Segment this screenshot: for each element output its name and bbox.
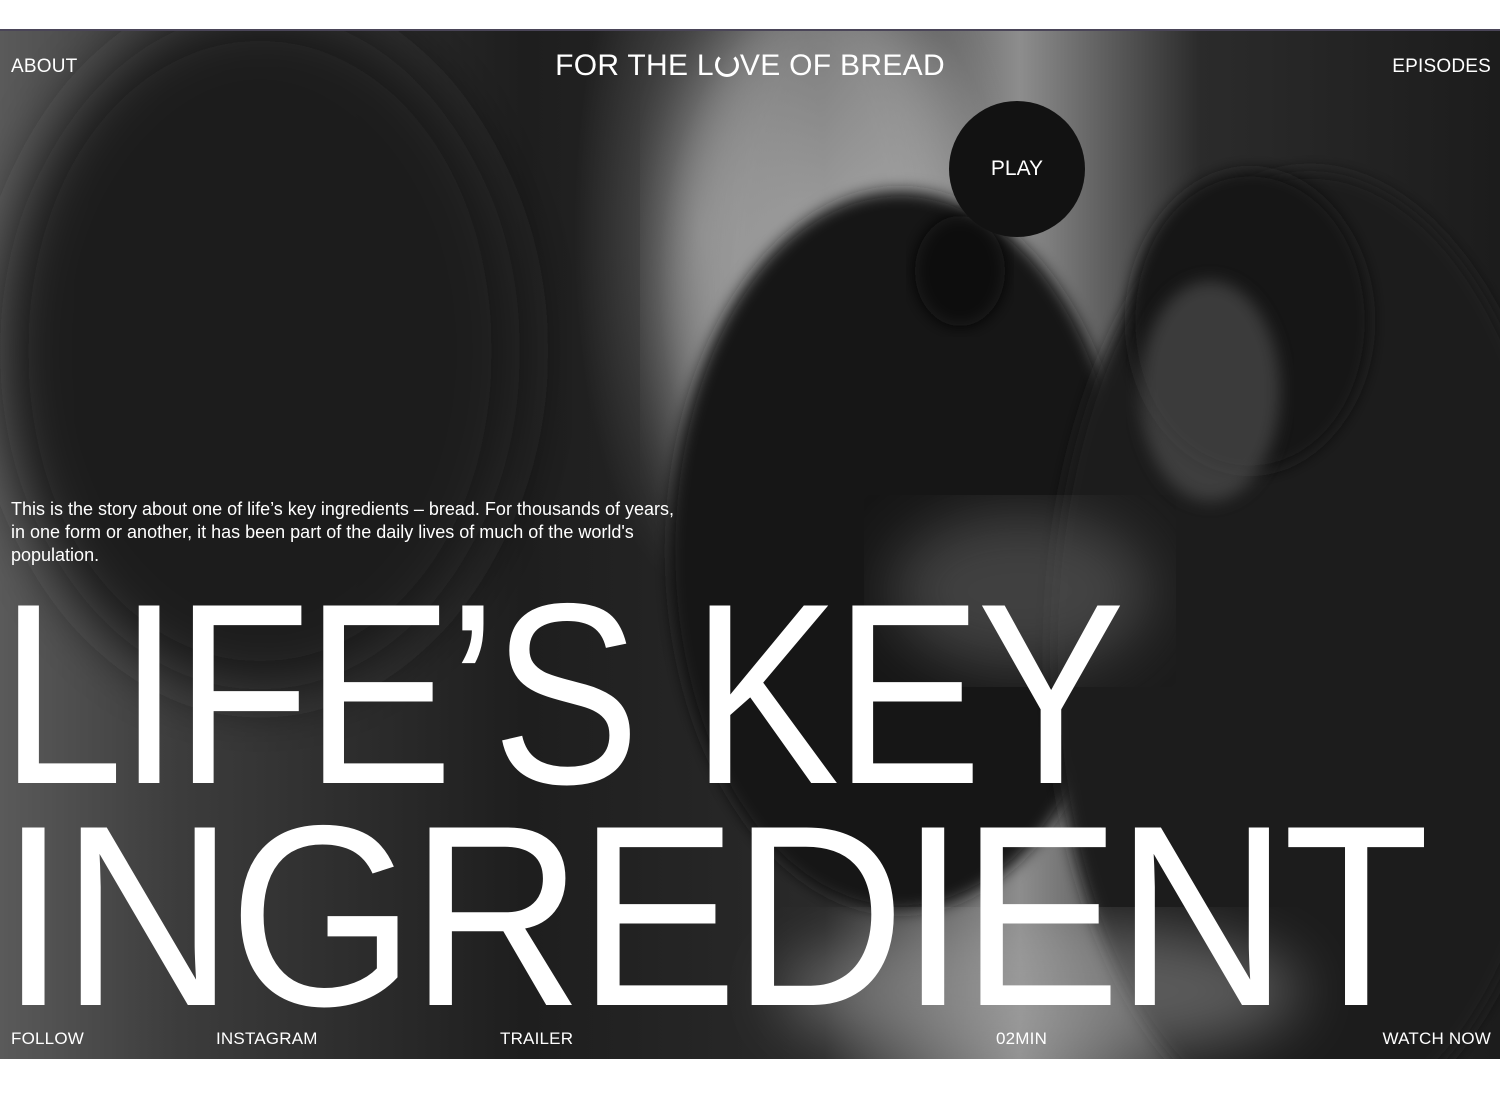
brand-text-end: VE OF BREAD	[739, 49, 945, 82]
heart-open-circle-icon	[714, 53, 739, 77]
play-button-label: PLAY	[990, 157, 1044, 180]
brand-text-start: FOR THE L	[555, 49, 714, 82]
brand-logo[interactable]: FOR THE L VE OF BREAD	[0, 49, 1500, 83]
hero-section: ABOUT FOR THE L VE OF BREAD EPISODES PLAY…	[0, 29, 1500, 1059]
page-frame: ABOUT FOR THE L VE OF BREAD EPISODES PLAY…	[0, 0, 1500, 1100]
play-button[interactable]: PLAY	[949, 101, 1085, 237]
headline-line-2: INGREDIENT	[0, 771, 1429, 1059]
nav-episodes-link[interactable]: EPISODES	[1392, 56, 1491, 78]
man-face-highlight	[1140, 281, 1280, 501]
follow-label: FOLLOW	[11, 1029, 84, 1048]
woman-hair-bun	[915, 216, 1005, 326]
instagram-link[interactable]: INSTAGRAM	[216, 1029, 318, 1049]
trailer-label: TRAILER	[500, 1029, 574, 1048]
trailer-duration: 02MIN	[996, 1029, 1048, 1048]
watch-now-link[interactable]: WATCH NOW	[1383, 1029, 1492, 1049]
